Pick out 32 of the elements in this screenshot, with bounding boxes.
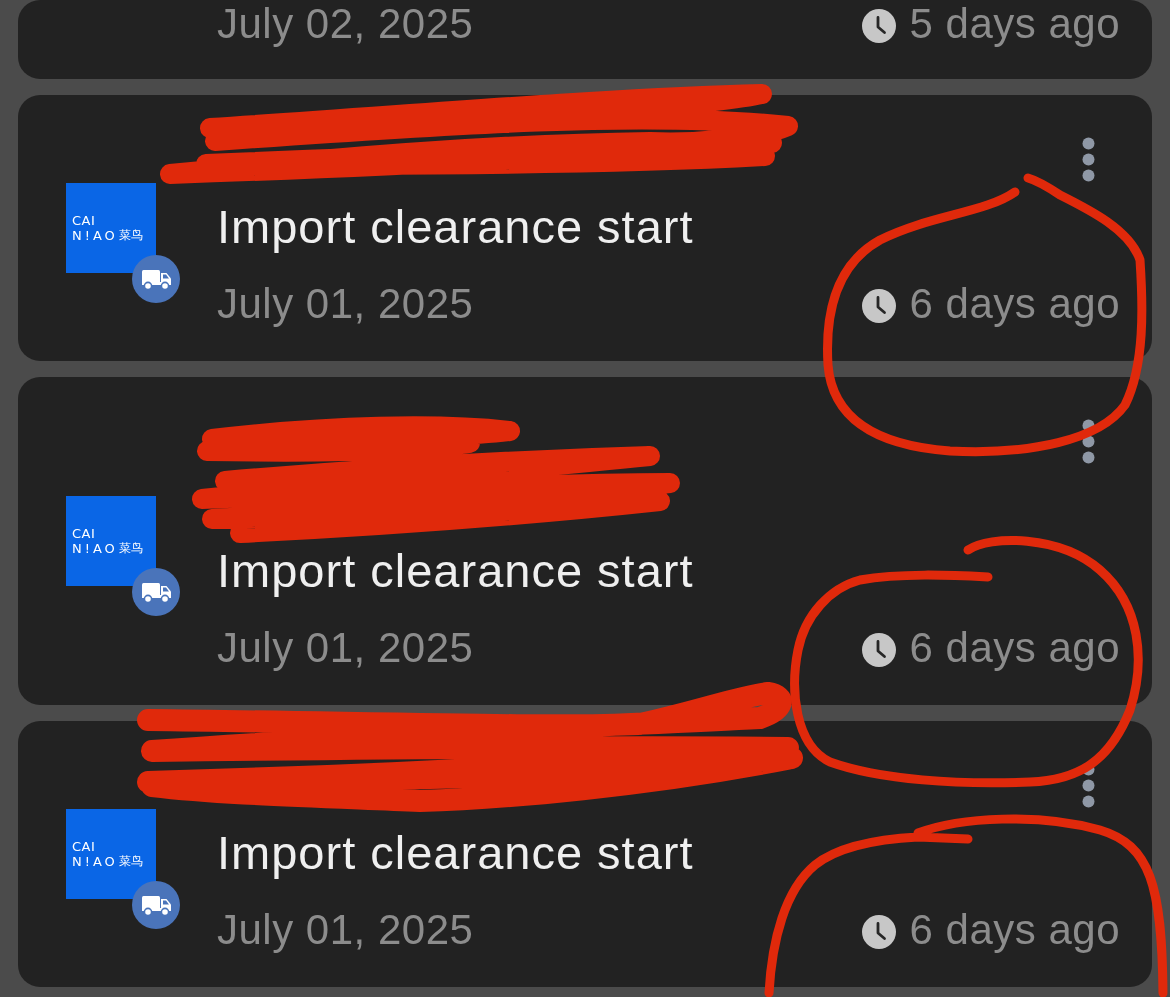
shipment-card[interactable]: July 02, 2025 5 days ago: [18, 0, 1152, 79]
truck-icon: [132, 881, 180, 929]
time-ago-text: 6 days ago: [909, 283, 1120, 325]
clock-icon: [861, 915, 896, 949]
date-text: July 01, 2025: [217, 909, 475, 951]
clock-icon: [861, 289, 896, 323]
logo-wordmark: N!AO: [72, 228, 118, 243]
truck-icon: [132, 568, 180, 616]
logo-chinese-name: 菜鸟: [118, 854, 143, 869]
logo-chinese-name: 菜鸟: [118, 228, 143, 243]
more-icon: [1082, 419, 1095, 464]
clock-icon: [861, 9, 896, 43]
date-text: July 01, 2025: [217, 283, 475, 325]
logo-wordmark: CAI: [72, 526, 96, 541]
logo-wordmark: CAI: [72, 839, 96, 854]
more-button[interactable]: [1082, 419, 1095, 464]
time-ago-text: 6 days ago: [909, 909, 1120, 951]
truck-icon: [132, 255, 180, 303]
status-text: Import clearance start: [217, 827, 695, 879]
more-button[interactable]: [1082, 137, 1095, 182]
more-icon: [1082, 137, 1095, 182]
time-ago-text: 6 days ago: [909, 627, 1120, 669]
status-text: Import clearance start: [217, 201, 695, 253]
logo-wordmark: N!AO: [72, 854, 118, 869]
logo-wordmark: N!AO: [72, 541, 118, 556]
status-text: Import clearance start: [217, 545, 695, 597]
clock-icon: [861, 633, 896, 667]
time-ago-text: 5 days ago: [909, 3, 1120, 45]
date-text: July 01, 2025: [217, 627, 475, 669]
logo-chinese-name: 菜鸟: [118, 541, 143, 556]
logo-wordmark: CAI: [72, 213, 96, 228]
date-text: July 02, 2025: [217, 3, 475, 45]
